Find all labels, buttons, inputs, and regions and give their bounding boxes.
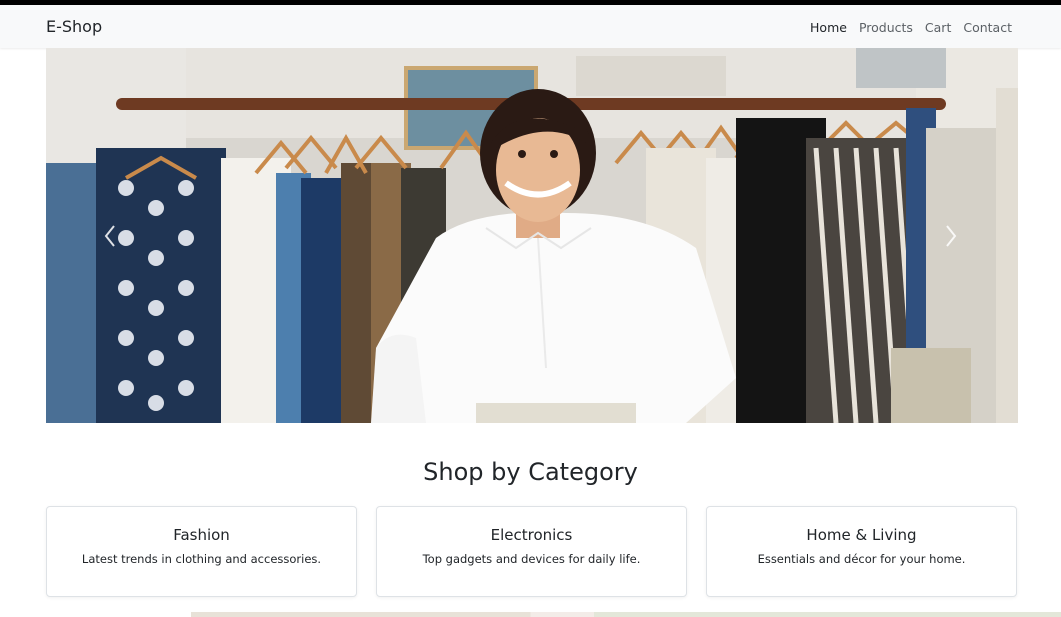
category-card-home-living[interactable]: Home & Living Essentials and décor for y… [706, 506, 1017, 597]
category-card-title: Electronics [490, 526, 573, 544]
section-title: Shop by Category [423, 458, 638, 486]
category-card-description: Top gadgets and devices for daily life. [422, 552, 641, 566]
chevron-right-icon [946, 225, 957, 247]
nav-link-contact[interactable]: Contact [963, 20, 1012, 35]
hero-carousel [46, 48, 1018, 423]
category-card-description: Essentials and décor for your home. [757, 552, 966, 566]
nav-links: Home Products Cart Contact [810, 20, 1012, 35]
brand-link[interactable]: E-Shop [46, 17, 102, 36]
hero-image [46, 48, 1018, 423]
category-card-electronics[interactable]: Electronics Top gadgets and devices for … [376, 506, 687, 597]
chevron-left-icon [104, 225, 115, 247]
category-card-fashion[interactable]: Fashion Latest trends in clothing and ac… [46, 506, 357, 597]
category-card-title: Home & Living [806, 526, 917, 544]
nav-link-products[interactable]: Products [859, 20, 913, 35]
bottom-strip [0, 612, 1061, 617]
nav-link-home[interactable]: Home [810, 20, 847, 35]
category-card-description: Latest trends in clothing and accessorie… [81, 552, 322, 566]
category-card-title: Fashion [173, 526, 230, 544]
navbar: E-Shop Home Products Cart Contact [0, 5, 1061, 48]
nav-link-cart[interactable]: Cart [925, 20, 951, 35]
carousel-prev-button[interactable] [100, 221, 120, 251]
carousel-next-button[interactable] [941, 221, 961, 251]
